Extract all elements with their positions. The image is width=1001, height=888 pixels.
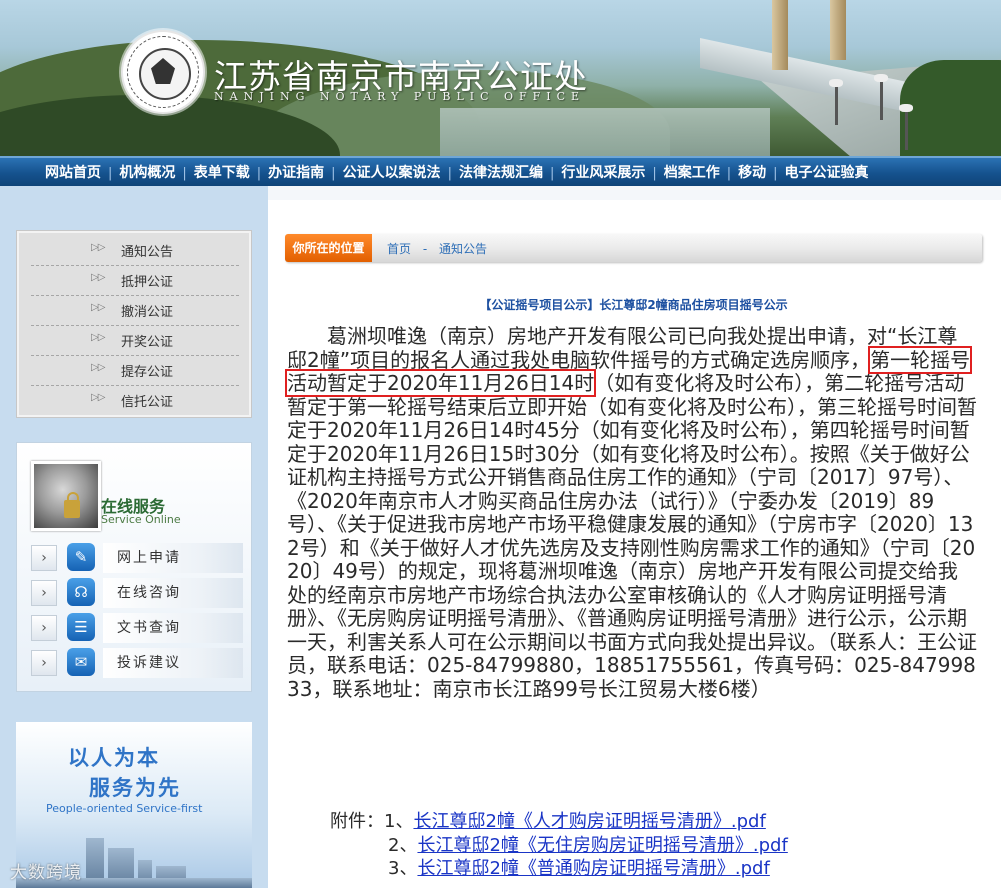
menu-item-label: 通知公告 — [121, 245, 174, 260]
street-lamp-icon — [874, 74, 888, 120]
breadcrumb-current-link[interactable]: 通知公告 — [439, 242, 487, 256]
nav-item-laws[interactable]: 法律法规汇编 — [452, 162, 550, 182]
banner-trees — [900, 60, 1001, 156]
menu-item-escrow[interactable]: ▷▷ 提存公证 — [31, 355, 239, 386]
service-item-label: 文书查询 — [103, 613, 243, 643]
service-item-consult[interactable]: › ☊ 在线咨询 — [29, 578, 243, 608]
service-online-panel: 在线服务 Service Online › ✎ 网上申请 › ☊ 在线咨询 › … — [16, 442, 252, 692]
notary-logo[interactable] — [121, 30, 205, 114]
chevron-right-icon: › — [31, 650, 57, 676]
menu-item-label: 提存公证 — [121, 365, 174, 380]
banner-bridge-tower — [830, 0, 846, 60]
nav-item-forms[interactable]: 表单下载 — [187, 162, 257, 182]
menu-item-lottery[interactable]: ▷▷ 开奖公证 — [31, 325, 239, 356]
attachment-link[interactable]: 长江尊邸2幢《人才购房证明摇号清册》.pdf — [413, 811, 765, 832]
promo-line-2: 服务为先 — [89, 776, 181, 800]
double-chevron-right-icon: ▷▷ — [91, 272, 105, 283]
headset-icon: ☊ — [67, 578, 95, 606]
article-body: 葛洲坝唯逸（南京）房地产开发有限公司已向我处提出申请，对“长江尊邸2幢”项目的报… — [284, 324, 977, 701]
attachments-label: 附件： — [330, 811, 384, 832]
chevron-right-icon: › — [31, 580, 57, 606]
breadcrumb-separator: - — [422, 242, 428, 256]
article-title: 【公证摇号项目公示】长江尊邸2幢商品住房项目摇号公示 — [479, 298, 788, 312]
breadcrumb: 你所在的位置 首页 - 通知公告 — [285, 234, 982, 262]
nav-item-guide[interactable]: 办证指南 — [261, 162, 331, 182]
double-chevron-right-icon: ▷▷ — [91, 392, 105, 403]
chevron-right-icon: › — [31, 615, 57, 641]
watermark: 大数跨境 — [10, 863, 82, 883]
main-nav: 网站首页 | 机构概况 | 表单下载 | 办证指南 | 公证人以案说法 | 法律法规汇编 | 行业风采展… — [0, 156, 1001, 186]
category-menu: ▷▷ 通知公告 ▷▷ 抵押公证 ▷▷ 撤消公证 ▷▷ 开奖公证 ▷▷ 提存公证 … — [16, 230, 252, 418]
service-item-label: 网上申请 — [103, 543, 243, 573]
double-chevron-right-icon: ▷▷ — [91, 362, 105, 373]
attachment-number: 1、 — [384, 811, 414, 832]
double-chevron-right-icon: ▷▷ — [91, 242, 105, 253]
service-photo — [31, 461, 101, 531]
attachments-list: 附件：1、长江尊邸2幢《人才购房证明摇号清册》.pdf 2、长江尊邸2幢《无住房… — [330, 810, 990, 881]
banner-bridge-tower — [772, 0, 788, 70]
breadcrumb-tag: 你所在的位置 — [285, 234, 372, 262]
nav-item-verify[interactable]: 电子公证验真 — [778, 162, 876, 182]
menu-item-mortgage[interactable]: ▷▷ 抵押公证 — [31, 265, 239, 296]
service-subtitle: Service Online — [101, 513, 181, 526]
nav-item-archives[interactable]: 档案工作 — [657, 162, 727, 182]
attachment-link[interactable]: 长江尊邸2幢《无住房购房证明摇号清册》.pdf — [417, 835, 787, 856]
service-item-label: 在线咨询 — [103, 578, 243, 608]
header-banner: 江苏省南京市南京公证处 NANJING NOTARY PUBLIC OFFICE — [0, 0, 1001, 156]
double-chevron-right-icon: ▷▷ — [91, 332, 105, 343]
double-chevron-right-icon: ▷▷ — [91, 302, 105, 313]
article-body-intro: 葛洲坝唯逸（南京）房地产开发有限公司已向我处提出申请，对“长江尊邸2幢”项目的报… — [287, 324, 958, 372]
chat-bubble-icon: ✉ — [67, 648, 95, 676]
nav-item-cases[interactable]: 公证人以案说法 — [336, 162, 448, 182]
article-body-main: （如有变化将及时公布），第二轮摇号活动暂定于第一轮摇号结束后立即开始（如有变化将… — [287, 371, 977, 701]
attachment-item: 2、长江尊邸2幢《无住房购房证明摇号清册》.pdf — [330, 834, 990, 858]
attachment-number: 3、 — [388, 858, 418, 879]
menu-item-revocation[interactable]: ▷▷ 撤消公证 — [31, 295, 239, 326]
street-lamp-icon — [899, 104, 913, 150]
chevron-right-icon: › — [31, 545, 57, 571]
menu-item-label: 抵押公证 — [121, 275, 174, 290]
breadcrumb-home-link[interactable]: 首页 — [387, 242, 411, 256]
nav-item-showcase[interactable]: 行业风采展示 — [554, 162, 652, 182]
nav-item-mobile[interactable]: 移动 — [731, 162, 773, 182]
breadcrumb-path: 首页 - 通知公告 — [387, 240, 487, 257]
attachment-item: 3、长江尊邸2幢《普通购房证明摇号清册》.pdf — [330, 857, 990, 881]
edit-form-icon: ✎ — [67, 543, 95, 571]
nav-item-home[interactable]: 网站首页 — [38, 162, 108, 182]
menu-item-label: 开奖公证 — [121, 335, 174, 350]
menu-item-label: 信托公证 — [121, 395, 174, 410]
site-subtitle: NANJING NOTARY PUBLIC OFFICE — [214, 90, 586, 103]
menu-item-notices[interactable]: ▷▷ 通知公告 — [31, 235, 239, 266]
promo-english: People-oriented Service-first — [46, 802, 203, 815]
service-item-apply[interactable]: › ✎ 网上申请 — [29, 543, 243, 573]
padlock-icon — [64, 492, 80, 518]
service-item-complaint[interactable]: › ✉ 投诉建议 — [29, 648, 243, 678]
promo-line-1: 以人为本 — [68, 746, 160, 770]
service-item-label: 投诉建议 — [103, 648, 243, 678]
attachment-item: 附件：1、长江尊邸2幢《人才购房证明摇号清册》.pdf — [330, 810, 990, 834]
menu-item-trust[interactable]: ▷▷ 信托公证 — [31, 385, 239, 415]
street-lamp-icon — [829, 79, 843, 125]
menu-item-label: 撤消公证 — [121, 305, 174, 320]
service-item-document-query[interactable]: › ☰ 文书查询 — [29, 613, 243, 643]
attachment-link[interactable]: 长江尊邸2幢《普通购房证明摇号清册》.pdf — [417, 858, 769, 879]
nav-item-about[interactable]: 机构概况 — [112, 162, 182, 182]
attachment-number: 2、 — [388, 834, 418, 856]
banner-river — [440, 108, 770, 156]
list-icon: ☰ — [67, 613, 95, 641]
